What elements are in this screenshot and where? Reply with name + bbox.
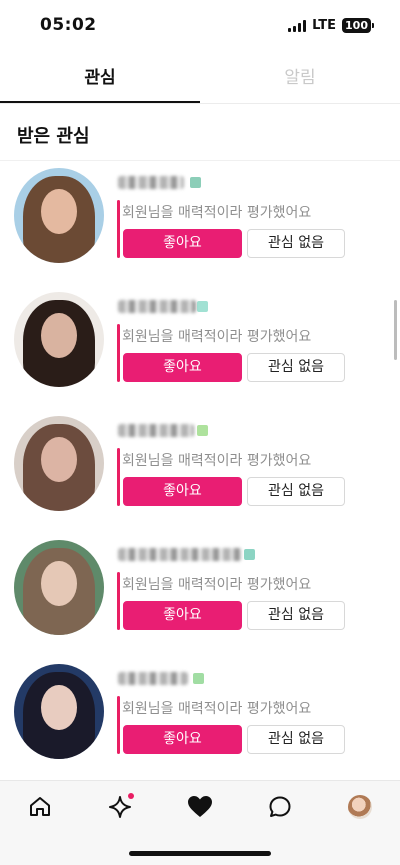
verified-badge-icon	[193, 673, 204, 684]
blurred-name	[118, 300, 196, 313]
not-interested-button[interactable]: 관심 없음	[247, 725, 345, 754]
not-interested-button[interactable]: 관심 없음	[247, 353, 345, 382]
card-message: 회원님을 매력적이라 평가했어요	[122, 701, 312, 717]
list-item: 회원님을 매력적이라 평가했어요 좋아요 관심 없음	[0, 538, 400, 662]
nav-chat[interactable]	[266, 793, 294, 821]
card-message: 회원님을 매력적이라 평가했어요	[122, 453, 312, 469]
status-indicators: LTE 100	[288, 18, 374, 33]
scrollbar[interactable]	[394, 300, 397, 360]
section-divider	[0, 160, 400, 161]
verified-badge-icon	[197, 301, 208, 312]
home-icon	[30, 797, 50, 816]
card-message: 회원님을 매력적이라 평가했어요	[122, 577, 312, 593]
avatar[interactable]	[14, 416, 104, 511]
tab-notifications[interactable]: 알림	[200, 56, 400, 103]
nav-discover[interactable]	[106, 793, 134, 821]
accent-bar	[117, 200, 120, 258]
like-button[interactable]: 좋아요	[123, 601, 242, 630]
section-title: 받은 관심	[17, 126, 90, 147]
like-button[interactable]: 좋아요	[123, 229, 242, 258]
avatar[interactable]	[14, 168, 104, 263]
battery-level: 100	[342, 18, 371, 33]
verified-badge-icon	[244, 549, 255, 560]
battery-icon: 100	[342, 18, 374, 33]
list-item: 회원님을 매력적이라 평가했어요 좋아요 관심 없음	[0, 414, 400, 538]
card-message: 회원님을 매력적이라 평가했어요	[122, 329, 312, 345]
network-type: LTE	[312, 18, 337, 33]
blurred-name	[118, 424, 194, 437]
nav-profile[interactable]	[346, 793, 374, 821]
tab-interest[interactable]: 관심	[0, 56, 200, 103]
like-button[interactable]: 좋아요	[123, 353, 242, 382]
verified-badge-icon	[197, 425, 208, 436]
notification-badge	[128, 793, 134, 799]
accent-bar	[117, 572, 120, 630]
chat-icon	[269, 796, 291, 817]
heart-icon	[188, 796, 212, 817]
received-interest-list: 회원님을 매력적이라 평가했어요 좋아요 관심 없음 회원님을 매력적이라 평가…	[0, 166, 400, 786]
accent-bar	[117, 324, 120, 382]
sparkle-icon	[109, 796, 131, 818]
top-tabs: 관심 알림	[0, 56, 400, 104]
list-item: 회원님을 매력적이라 평가했어요 좋아요 관심 없음	[0, 290, 400, 414]
not-interested-button[interactable]: 관심 없음	[247, 229, 345, 258]
blurred-name	[118, 176, 184, 189]
avatar[interactable]	[14, 540, 104, 635]
list-item: 회원님을 매력적이라 평가했어요 좋아요 관심 없음	[0, 662, 400, 786]
accent-bar	[117, 448, 120, 506]
home-indicator	[129, 851, 271, 856]
accent-bar	[117, 696, 120, 754]
verified-badge-icon	[190, 177, 201, 188]
blurred-name	[118, 548, 242, 561]
status-time: 05:02	[40, 15, 97, 35]
list-item: 회원님을 매력적이라 평가했어요 좋아요 관심 없음	[0, 166, 400, 290]
like-button[interactable]: 좋아요	[123, 477, 242, 506]
profile-avatar-icon	[348, 795, 372, 819]
card-message: 회원님을 매력적이라 평가했어요	[122, 205, 312, 221]
not-interested-button[interactable]: 관심 없음	[247, 601, 345, 630]
status-bar: 05:02 LTE 100	[0, 0, 400, 52]
nav-home[interactable]	[26, 793, 54, 821]
avatar[interactable]	[14, 664, 104, 759]
avatar[interactable]	[14, 292, 104, 387]
signal-icon	[288, 19, 307, 32]
like-button[interactable]: 좋아요	[123, 725, 242, 754]
blurred-name	[118, 672, 188, 685]
not-interested-button[interactable]: 관심 없음	[247, 477, 345, 506]
nav-interest[interactable]	[186, 793, 214, 821]
